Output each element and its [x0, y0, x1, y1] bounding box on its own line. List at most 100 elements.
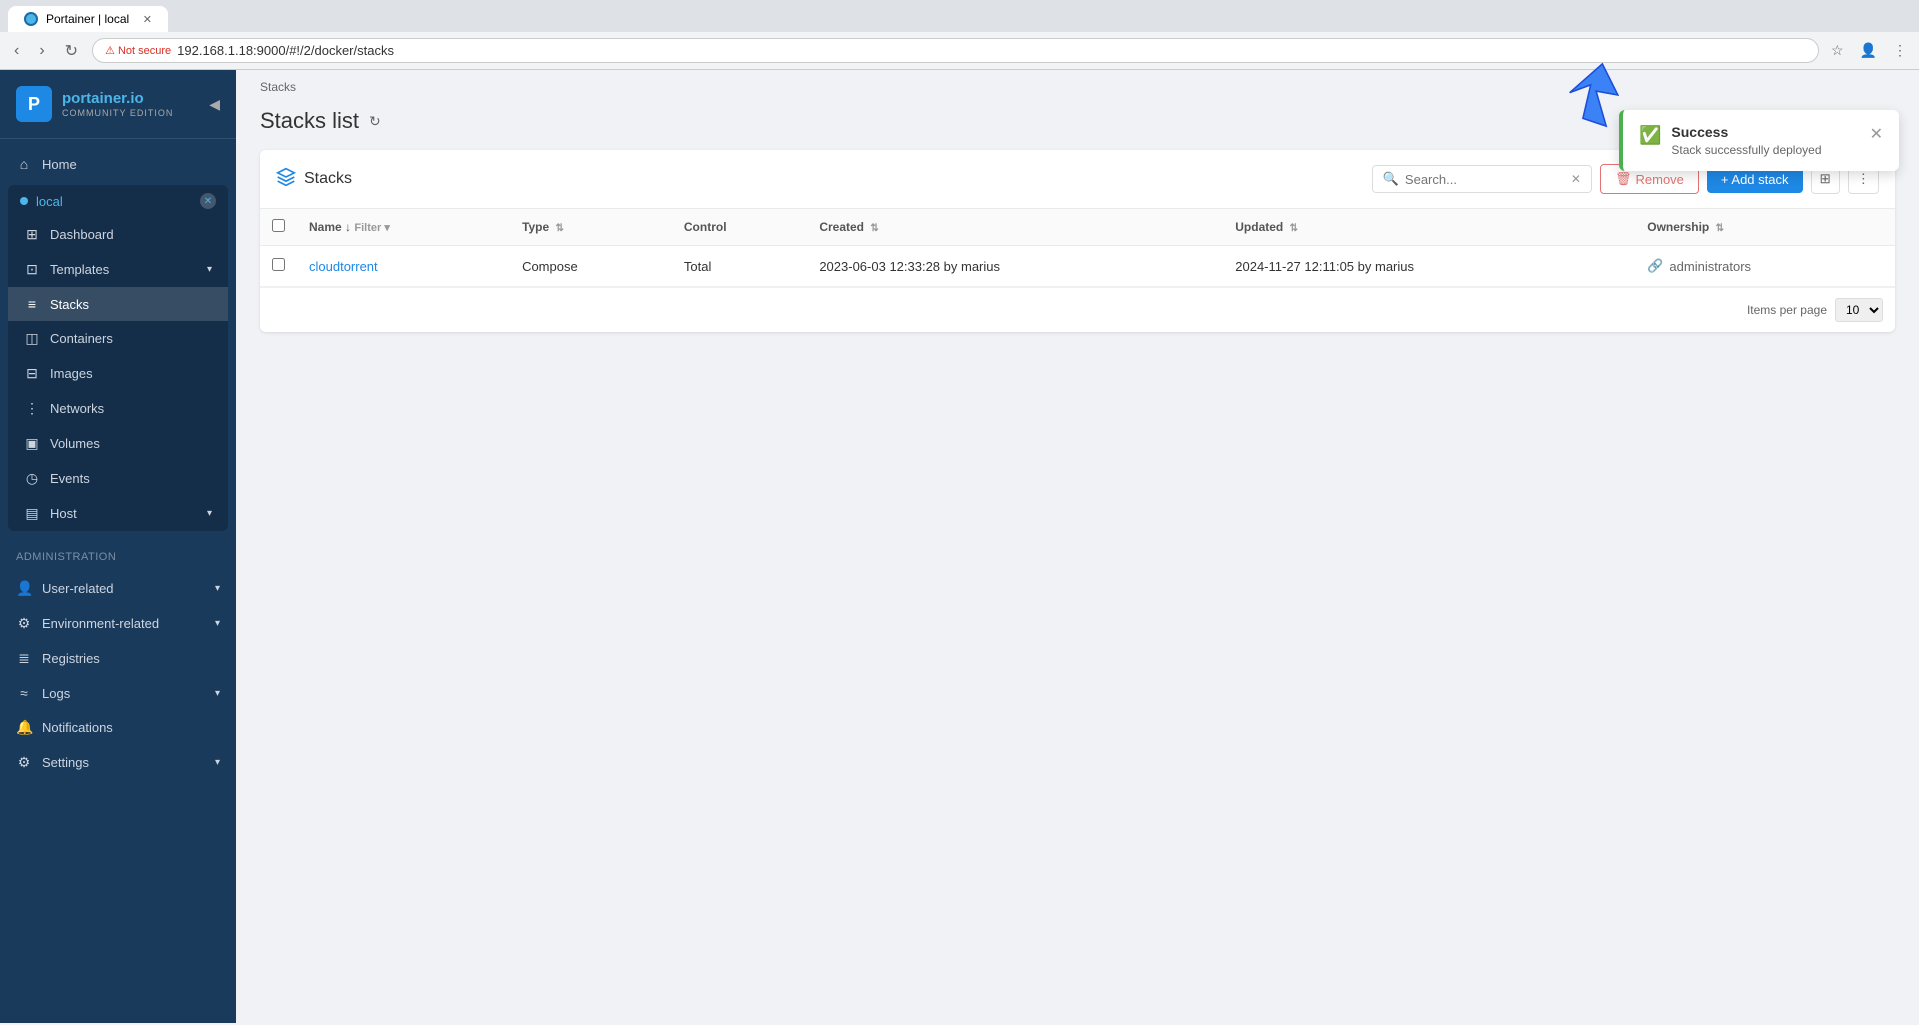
forward-btn[interactable]: › [33, 40, 50, 62]
browser-tab[interactable]: Portainer | local ✕ [8, 6, 168, 32]
environment-related-arrow-icon: ▾ [215, 618, 220, 629]
stacks-icon: ≡ [24, 296, 40, 312]
sidebar-item-logs[interactable]: ≈ Logs ▾ [0, 676, 236, 710]
security-indicator: ⚠ Not secure [105, 44, 171, 57]
tab-title: Portainer | local [46, 12, 129, 26]
notifications-icon: 🔔 [16, 719, 32, 736]
sidebar-item-networks[interactable]: ⋮ Networks [8, 391, 228, 426]
networks-icon: ⋮ [24, 400, 40, 417]
favicon-icon [24, 12, 38, 26]
items-per-page-label: Items per page [1747, 303, 1827, 317]
breadcrumb: Stacks [236, 70, 1919, 104]
toast-close-btn[interactable]: ✕ [1870, 124, 1883, 144]
remove-icon: 🗑 [1615, 171, 1632, 187]
updated-sort-icon: ⇅ [1290, 223, 1298, 234]
stack-control: Total [672, 246, 807, 287]
logs-arrow-icon: ▾ [215, 688, 220, 699]
created-sort-icon: ⇅ [870, 223, 878, 234]
col-type: Type ⇅ [510, 209, 672, 246]
sidebar-item-stacks[interactable]: ≡ Stacks [8, 287, 228, 321]
containers-icon: ◫ [24, 330, 40, 347]
sidebar-item-settings[interactable]: ⚙ Settings ▾ [0, 745, 236, 780]
sidebar-item-containers[interactable]: ◫ Containers [8, 321, 228, 356]
stack-created: 2023-06-03 12:33:28 by marius [807, 246, 1223, 287]
refresh-stacks-btn[interactable]: ↻ [369, 113, 381, 130]
main-content: Stacks Stacks list ↻ Stack [236, 70, 1919, 1023]
col-control: Control [672, 209, 807, 246]
profile-btn[interactable]: 👤 [1856, 38, 1881, 63]
host-arrow-icon: ▾ [207, 508, 212, 519]
settings-icon: ⚙ [16, 754, 32, 771]
sidebar-item-environment-related[interactable]: ⚙ Environment-related ▾ [0, 606, 236, 641]
stack-ownership: 🔗 administrators [1647, 258, 1883, 274]
stacks-layers-icon [276, 167, 296, 192]
templates-icon: ⊡ [24, 261, 40, 278]
sidebar-item-volumes[interactable]: ▣ Volumes [8, 426, 228, 461]
logs-icon: ≈ [16, 685, 32, 701]
events-icon: ◷ [24, 470, 40, 487]
stacks-card: Stacks 🔍 ✕ 🗑 Remove + Add [260, 150, 1895, 332]
arrow-pointer [1539, 60, 1619, 133]
success-toast: ✅ Success Stack successfully deployed ✕ [1619, 110, 1899, 171]
sidebar-item-dashboard[interactable]: ⊞ Dashboard [8, 217, 228, 252]
filter-btn[interactable]: Filter ▾ [354, 221, 389, 234]
sidebar-item-host[interactable]: ▤ Host ▾ [8, 496, 228, 531]
col-created: Created ⇅ [807, 209, 1223, 246]
sidebar-logo: P portainer.io COMMUNITY EDITION ◀ [0, 70, 236, 139]
sidebar-item-notifications[interactable]: 🔔 Notifications [0, 710, 236, 745]
env-status-dot [20, 197, 28, 205]
sidebar: P portainer.io COMMUNITY EDITION ◀ ⌂ Hom… [0, 70, 236, 1023]
ownership-sort-icon: ⇅ [1716, 223, 1724, 234]
stack-updated: 2024-11-27 12:11:05 by marius [1223, 246, 1635, 287]
env-close-btn[interactable]: ✕ [200, 193, 216, 209]
stack-type: Compose [510, 246, 672, 287]
close-tab-btn[interactable]: ✕ [143, 13, 152, 26]
templates-arrow-icon: ▾ [207, 264, 212, 275]
toast-success-icon: ✅ [1639, 125, 1661, 146]
registries-icon: ≣ [16, 650, 32, 667]
toast-title: Success [1671, 124, 1855, 140]
user-related-icon: 👤 [16, 580, 32, 597]
table-row: cloudtorrent Compose Total 2023-06-03 12… [260, 246, 1895, 287]
refresh-btn[interactable]: ↻ [59, 39, 84, 63]
select-all-checkbox[interactable] [272, 219, 285, 232]
items-per-page-select[interactable]: 10 25 50 [1835, 298, 1883, 322]
env-name: local [36, 194, 63, 209]
sidebar-item-user-related[interactable]: 👤 User-related ▾ [0, 571, 236, 606]
sidebar-item-events[interactable]: ◷ Events [8, 461, 228, 496]
search-icon: 🔍 [1383, 171, 1399, 187]
logo-sub: COMMUNITY EDITION [62, 108, 173, 119]
col-name: Name ↓ Filter ▾ [297, 209, 510, 246]
settings-arrow-icon: ▾ [215, 757, 220, 768]
sidebar-item-templates[interactable]: ⊡ Templates ▾ [8, 252, 228, 287]
toast-container: ✅ Success Stack successfully deployed ✕ [1619, 110, 1899, 171]
dashboard-icon: ⊞ [24, 226, 40, 243]
url-text: 192.168.1.18:9000/#!/2/docker/stacks [177, 43, 394, 58]
logo-icon: P [16, 86, 52, 122]
row-checkbox[interactable] [272, 258, 285, 271]
warning-icon: ⚠ [105, 44, 115, 57]
sidebar-item-home[interactable]: ⌂ Home [0, 147, 236, 181]
toast-message: Stack successfully deployed [1671, 143, 1855, 157]
images-icon: ⊟ [24, 365, 40, 382]
sidebar-item-registries[interactable]: ≣ Registries [0, 641, 236, 676]
admin-section-label: Administration [0, 543, 236, 571]
stack-name-link[interactable]: cloudtorrent [309, 259, 378, 274]
back-btn[interactable]: ‹ [8, 40, 25, 62]
logo-name: portainer.io [62, 90, 173, 108]
environment-related-icon: ⚙ [16, 615, 32, 632]
ownership-icon: 🔗 [1647, 258, 1663, 274]
host-icon: ▤ [24, 505, 40, 522]
search-input[interactable] [1405, 172, 1565, 187]
search-clear-btn[interactable]: ✕ [1571, 172, 1581, 186]
extensions-btn[interactable]: ⋮ [1889, 38, 1911, 63]
sidebar-env-local[interactable]: local ✕ [8, 185, 228, 217]
table-footer: Items per page 10 25 50 [260, 287, 1895, 332]
collapse-sidebar-btn[interactable]: ◀ [209, 96, 220, 113]
bookmark-btn[interactable]: ☆ [1827, 38, 1848, 63]
type-sort-icon: ⇅ [556, 223, 564, 234]
page-title: Stacks list [260, 108, 359, 134]
sidebar-item-images[interactable]: ⊟ Images [8, 356, 228, 391]
stacks-table: Name ↓ Filter ▾ Type ⇅ Control [260, 209, 1895, 287]
search-box[interactable]: 🔍 ✕ [1372, 165, 1592, 193]
